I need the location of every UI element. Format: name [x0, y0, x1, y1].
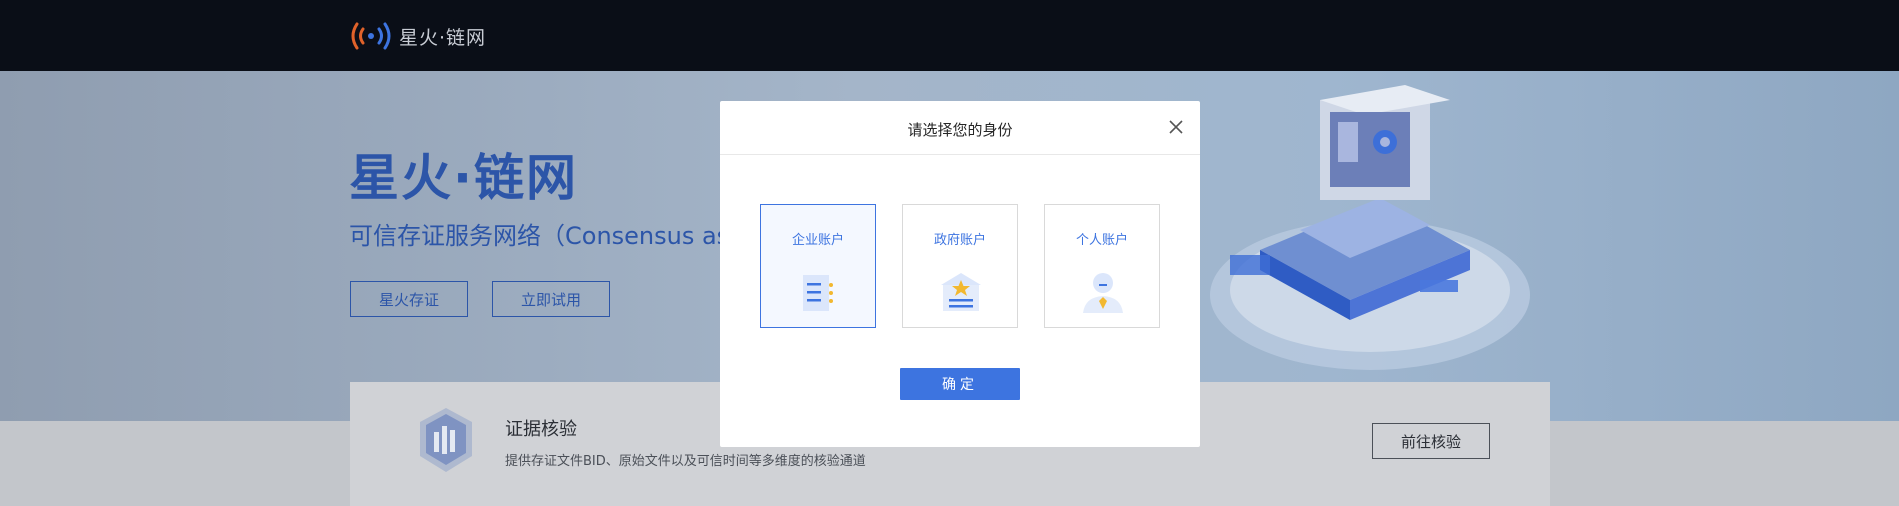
hero-subtitle: 可信存证服务网络（Consensus as	[349, 222, 730, 250]
option-label: 个人账户	[1075, 233, 1128, 248]
brand-name: 星火·链网	[399, 26, 487, 49]
option-government-account[interactable]: 政府账户	[902, 204, 1018, 328]
brand-logo[interactable]: 星火·链网	[349, 20, 486, 52]
blockchain-server-illustration	[1210, 85, 1530, 370]
xinghuo-cunzheng-button[interactable]: 星火存证	[350, 281, 468, 317]
government-building-star-icon	[941, 273, 981, 311]
person-avatar-icon	[1083, 273, 1123, 313]
option-label: 企业账户	[791, 233, 844, 248]
dialog-header: 请选择您的身份	[720, 101, 1200, 155]
evidence-verify-cube-icon	[420, 408, 472, 472]
go-verify-button[interactable]: 前往核验	[1372, 423, 1490, 459]
close-icon[interactable]	[1165, 116, 1187, 138]
option-enterprise-account[interactable]: 企业账户	[760, 204, 876, 328]
top-nav-bar: 星火·链网	[0, 0, 1899, 71]
option-label: 政府账户	[933, 233, 986, 248]
card-title: 证据核验	[505, 419, 577, 440]
dialog-title: 请选择您的身份	[907, 121, 1013, 139]
option-personal-account[interactable]: 个人账户	[1044, 204, 1160, 328]
confirm-button[interactable]: 确定	[900, 368, 1020, 400]
enterprise-document-icon	[803, 275, 833, 311]
hero-title: 星火·链网	[349, 149, 578, 207]
card-description: 提供存证文件BID、原始文件以及可信时间等多维度的核验通道	[505, 454, 866, 469]
try-now-button[interactable]: 立即试用	[492, 281, 610, 317]
identity-select-dialog: 请选择您的身份 企业账户 政府账户 个人账户 确定	[720, 101, 1200, 447]
signal-broadcast-icon	[351, 22, 391, 50]
